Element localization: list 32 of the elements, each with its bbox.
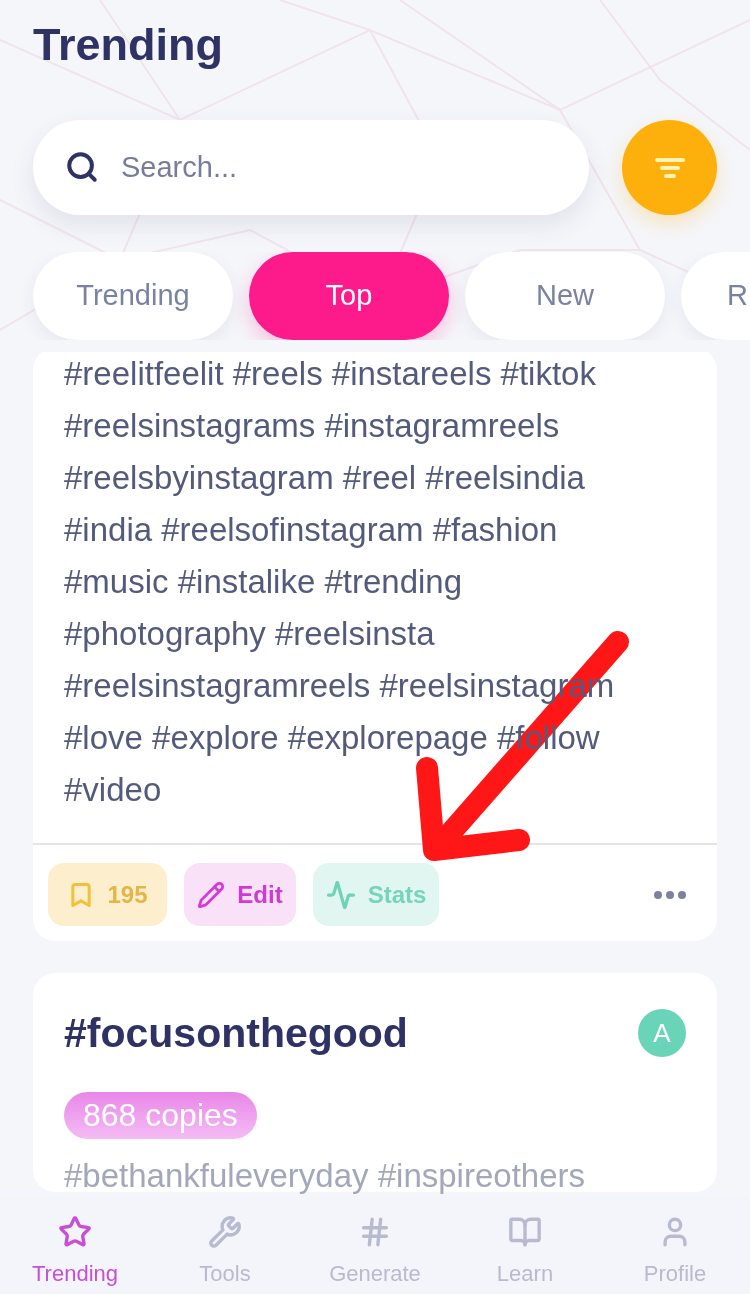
hashtag-line: #reelitfeelit #reels #instareels #tiktok: [64, 355, 596, 393]
nav-tab[interactable]: Tools: [150, 1195, 300, 1294]
page-title: Trending: [33, 22, 224, 67]
hashtag-line: #bethankfuleveryday #inspireothers: [64, 1160, 586, 1192]
more-icon[interactable]: [654, 890, 686, 899]
search-icon: [65, 150, 99, 184]
filter-tab[interactable]: Top: [249, 252, 449, 340]
nav-tab[interactable]: Learn: [450, 1195, 600, 1294]
filter-tab[interactable]: R: [681, 252, 750, 340]
hashtag-line: #reelsbyinstagram #reel #reelsindia: [64, 459, 585, 497]
star-icon: [58, 1215, 92, 1249]
copies-badge: 868 copies: [64, 1092, 257, 1139]
pulse-icon: [325, 879, 356, 910]
hashtag-line: #india #reelsofinstagram #fashion: [64, 511, 558, 549]
save-button[interactable]: 195: [48, 863, 167, 926]
filter-icon: [654, 157, 685, 178]
search-field[interactable]: Search...: [33, 120, 589, 215]
book-icon: [508, 1215, 542, 1249]
edit-button[interactable]: Edit: [184, 863, 296, 926]
hashtag-title: #focusonthegood: [64, 1010, 408, 1056]
nav-tab[interactable]: Trending: [0, 1195, 150, 1294]
avatar: A: [638, 1009, 686, 1057]
hashtag-line: #video: [64, 771, 162, 809]
hashtag-line: #reelsinstagrams #instagramreels: [64, 407, 560, 445]
filter-tab[interactable]: New: [465, 252, 665, 340]
wrench-icon: [208, 1215, 242, 1249]
filter-tab[interactable]: Trending: [33, 252, 233, 340]
pencil-icon: [197, 880, 226, 909]
nav-tab[interactable]: Profile: [600, 1195, 750, 1294]
hashtag-line: #photography #reelsinsta: [64, 615, 435, 653]
hashtag-line: #music #instalike #trending: [64, 563, 463, 601]
nav-tab[interactable]: Generate: [300, 1195, 450, 1294]
